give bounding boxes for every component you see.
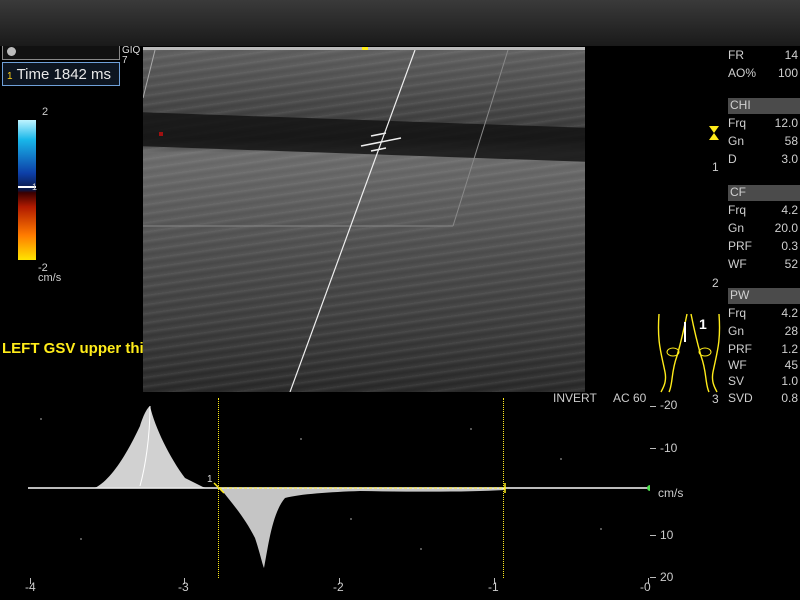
param-fr: FR 14 xyxy=(728,48,798,62)
baseline-indicator-icon xyxy=(647,485,650,491)
y-tick-label: 20 xyxy=(660,570,674,584)
y-tick-mark xyxy=(650,577,656,578)
depth-mark-3: 3 xyxy=(712,392,719,406)
time-label: Time 1842 ms xyxy=(16,66,112,83)
x-tick-label: -3 xyxy=(178,580,189,594)
color-scale-top-value: 2 xyxy=(42,106,49,118)
probe-status-icon xyxy=(7,47,16,56)
top-status-bar xyxy=(0,0,800,46)
time-cursor-right xyxy=(503,398,504,578)
color-scale-unit: cm/s xyxy=(38,272,62,284)
param-cf-prf: PRF 0.3 xyxy=(728,239,798,253)
param-cf-gn: Gn 20.0 xyxy=(728,221,798,235)
color-box-right-edge xyxy=(452,50,509,227)
x-tick-label: -2 xyxy=(333,580,344,594)
param-pw-sv: SV 1.0 xyxy=(728,374,798,388)
ultrasound-b-mode-image[interactable] xyxy=(143,50,585,392)
param-ao: AO% 100 xyxy=(728,66,798,80)
param-chi-frq: Frq 12.0 xyxy=(728,116,798,130)
time-readout: 1 Time 1842 ms xyxy=(2,62,120,86)
body-marker-label: 1 xyxy=(699,316,707,332)
depth-mark-2: 2 xyxy=(712,276,719,290)
param-cf-wf: WF 52 xyxy=(728,257,798,271)
body-marker-legs-icon: 1 xyxy=(655,312,723,394)
param-cf-frq: Frq 4.2 xyxy=(728,203,798,217)
x-tick-label: -4 xyxy=(25,580,36,594)
anatomy-location-label: LEFT GSV upper thigh xyxy=(2,340,162,357)
param-pw-prf: PRF 1.2 xyxy=(728,342,798,356)
measurement-cursor-label: 1 xyxy=(207,474,213,485)
doppler-overlay xyxy=(143,50,509,392)
y-tick-label: -10 xyxy=(660,441,678,455)
section-chi-header: CHI xyxy=(728,98,800,114)
color-box-left-edge xyxy=(143,50,156,99)
color-flow-pixel xyxy=(159,132,163,136)
param-pw-wf: WF 45 xyxy=(728,358,798,372)
probe-label: GIQ 7 xyxy=(122,45,141,66)
section-cf-header: CF xyxy=(728,185,800,201)
sample-volume-gate xyxy=(360,137,402,147)
doppler-cursor-line xyxy=(289,50,416,392)
reverse-flow-envelope xyxy=(220,488,505,568)
cursor-index: 1 xyxy=(7,71,13,82)
probe-indicator xyxy=(2,46,120,60)
param-chi-d: D 3.0 xyxy=(728,152,798,166)
param-pw-gn: Gn 28 xyxy=(728,324,798,338)
param-chi-gn: Gn 58 xyxy=(728,134,798,148)
depth-mark-1: 1 xyxy=(712,160,719,174)
y-tick-mark xyxy=(650,535,656,536)
param-pw-svd: SVD 0.8 xyxy=(728,391,798,405)
time-cursor-left xyxy=(218,398,219,578)
y-tick-label: 10 xyxy=(660,528,674,542)
param-pw-frq: Frq 4.2 xyxy=(728,306,798,320)
x-tick-label: -1 xyxy=(488,580,499,594)
section-pw-header: PW xyxy=(728,288,800,304)
y-tick-mark xyxy=(650,448,656,449)
y-tick-label: -20 xyxy=(660,398,678,412)
x-tick-label: -0 xyxy=(640,580,651,594)
velocity-unit: cm/s xyxy=(658,486,684,500)
focal-zone-icon xyxy=(709,126,719,140)
spectral-doppler-trace[interactable] xyxy=(0,398,650,580)
y-tick-mark xyxy=(650,406,656,407)
color-scale-mid-value: 1 xyxy=(32,182,38,192)
